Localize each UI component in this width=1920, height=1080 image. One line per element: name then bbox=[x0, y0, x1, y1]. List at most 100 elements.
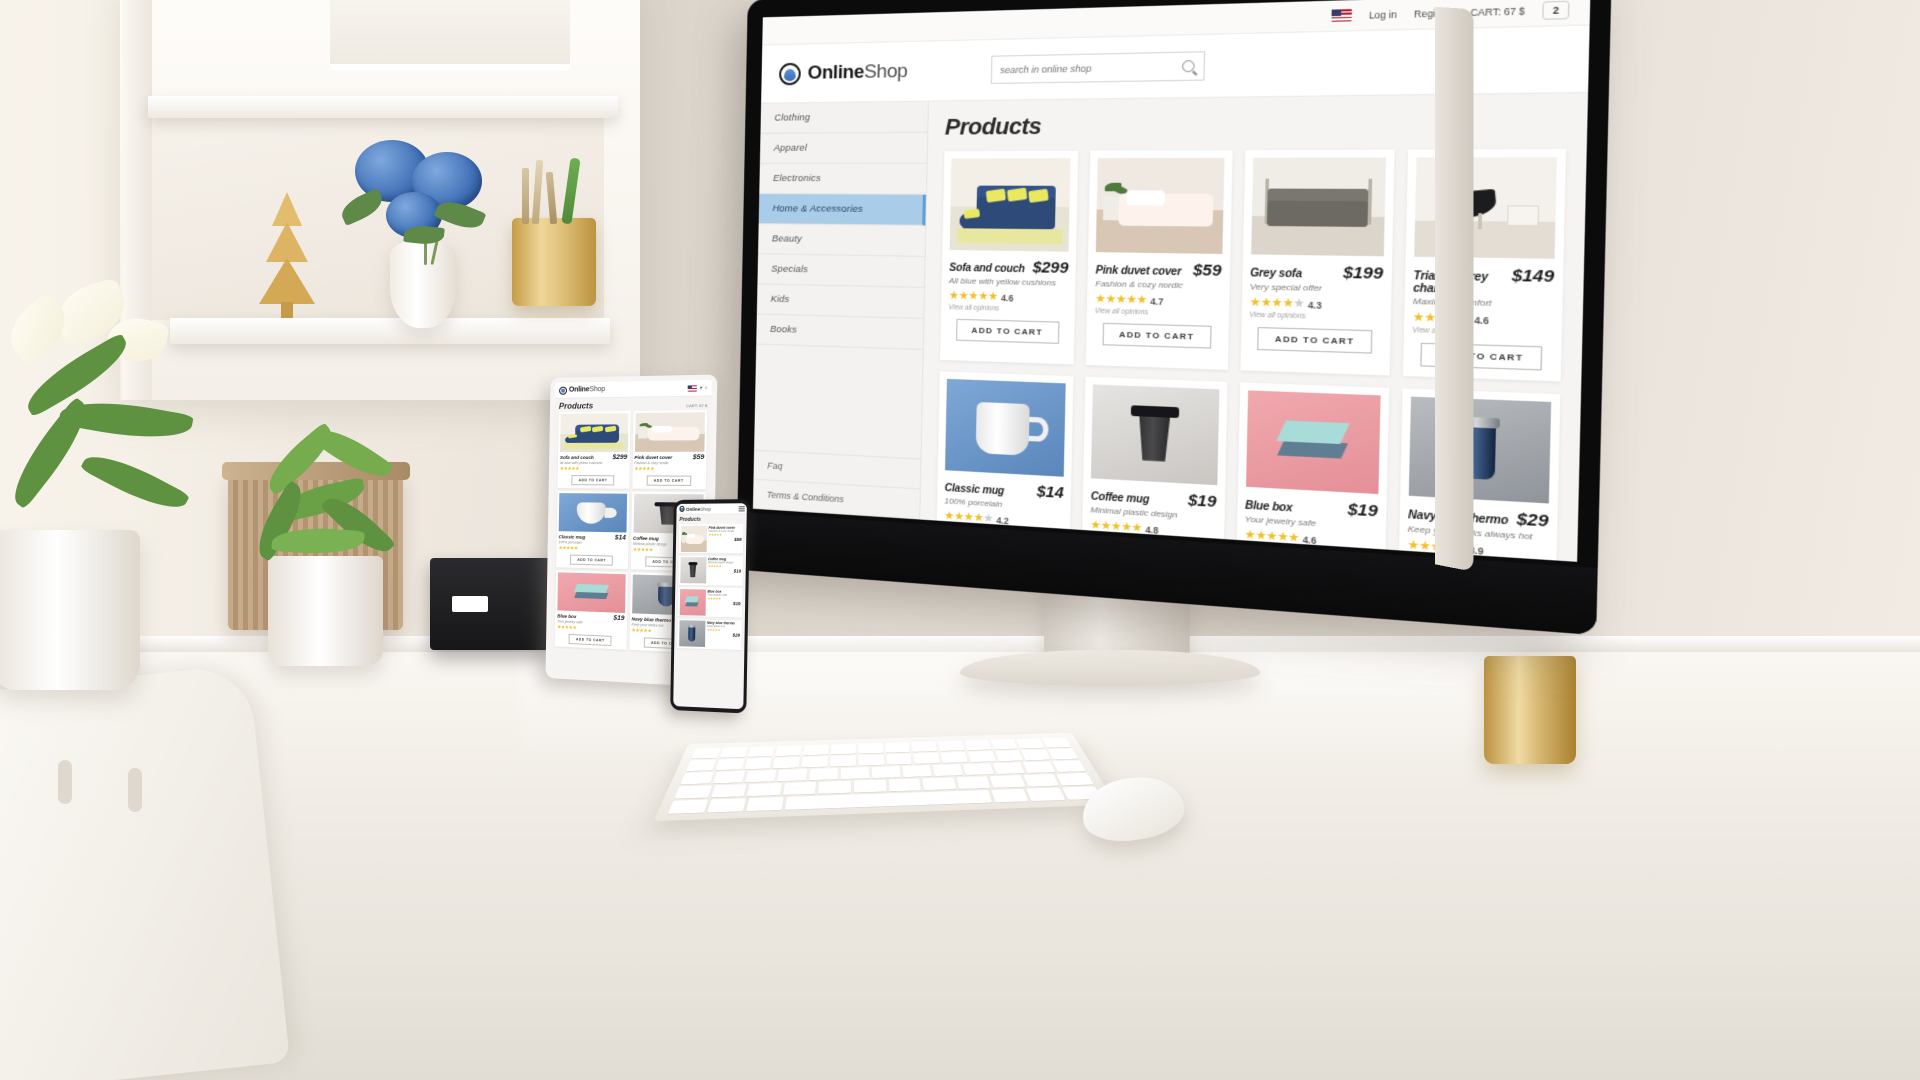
rating-value: 4.7 bbox=[1150, 295, 1164, 307]
product-card[interactable]: Pink duvet cover $59 Fashion & cozy nord… bbox=[1085, 150, 1233, 370]
add-to-cart-button[interactable]: ADD TO CART bbox=[955, 318, 1060, 344]
tablet-title-text: Products bbox=[558, 401, 594, 411]
product-name: Coffee mug bbox=[1090, 491, 1150, 507]
phone-header: OnlineShop bbox=[676, 503, 747, 515]
phone-product-info: Blue box Your jewelry safe ★★★★★ $19 bbox=[707, 588, 741, 606]
gold-tumbler bbox=[1484, 656, 1576, 764]
product-price: $299 bbox=[1032, 258, 1069, 278]
tablet-product-card[interactable]: Pink duvet cover $59 Fashion & cozy nord… bbox=[631, 410, 708, 490]
product-price: $19 bbox=[733, 600, 741, 606]
product-price: $199 bbox=[1342, 263, 1384, 284]
tablet-cart-label[interactable]: CART: 67 $ bbox=[686, 403, 707, 408]
sidebar-item-clothing[interactable]: Clothing bbox=[760, 101, 928, 134]
phone-product-card[interactable]: Navy blue thermo Keep drinks hot ★★★★★ $… bbox=[677, 618, 742, 650]
product-image bbox=[678, 620, 705, 647]
product-name: Blue box bbox=[1244, 499, 1293, 515]
product-name: Coffee mug bbox=[632, 535, 659, 542]
sidebar-spacer bbox=[754, 344, 923, 460]
phone-product-info: Coffee mug Minimal plastic design ★★★★★ … bbox=[707, 557, 742, 574]
product-image bbox=[557, 572, 626, 613]
tablet-logo-text: OnlineShop bbox=[568, 385, 605, 394]
phone-page-title: Products bbox=[679, 516, 701, 523]
search-input[interactable] bbox=[999, 61, 1175, 75]
site-logo[interactable]: OnlineShop bbox=[778, 60, 908, 85]
add-to-cart-button[interactable]: ADD TO CART bbox=[570, 554, 614, 566]
phone-logo[interactable]: OnlineShop bbox=[679, 506, 711, 512]
add-to-cart-button[interactable]: ADD TO CART bbox=[1257, 327, 1373, 354]
add-to-cart-button[interactable]: ADD TO CART bbox=[571, 475, 615, 486]
tablet-product-card[interactable]: Sofa and couch $299 All blue with yellow… bbox=[557, 411, 631, 489]
sidebar-item-specials[interactable]: Specials bbox=[757, 254, 925, 288]
product-name: Classic mug bbox=[558, 534, 586, 540]
us-flag-icon[interactable] bbox=[1331, 9, 1353, 22]
phone-screen: OnlineShop Products Pink duvet cover Fas… bbox=[673, 503, 747, 710]
product-price: $14 bbox=[1036, 482, 1064, 503]
product-image bbox=[1408, 396, 1552, 504]
category-sidebar: Clothing Apparel Electronics Home & Acce… bbox=[752, 101, 929, 520]
tablet-logo[interactable]: OnlineShop bbox=[559, 385, 605, 395]
product-image bbox=[560, 413, 629, 452]
product-header: Sofa and couch $299 bbox=[949, 257, 1069, 278]
gold-tree-ornament bbox=[255, 192, 319, 318]
product-image bbox=[679, 588, 706, 616]
rating-value: 4.6 bbox=[1474, 314, 1490, 326]
shelf-upper-frame bbox=[330, 0, 570, 70]
tablet-product-card[interactable]: Classic mug $14 100% porcelain ★★★★★ ADD… bbox=[556, 491, 629, 570]
rating-value: 4.8 bbox=[1145, 523, 1159, 536]
phone-product-list: Pink duvet cover Fashion & cozy nordic ★… bbox=[674, 523, 746, 653]
sidebar-item-beauty[interactable]: Beauty bbox=[758, 224, 926, 257]
product-rating: ★★★★★ 4.6 bbox=[1412, 310, 1490, 326]
product-image bbox=[1096, 157, 1224, 254]
product-image bbox=[1245, 390, 1381, 495]
product-rating: ★★★★★ 4.6 bbox=[948, 289, 1014, 304]
add-to-cart-button[interactable]: ADD TO CART bbox=[1102, 322, 1212, 349]
product-card[interactable]: Grey sofa $199 Very special offer ★★★★★ … bbox=[1239, 149, 1395, 376]
black-storage-box bbox=[430, 558, 552, 650]
phone-product-card[interactable]: Coffee mug Minimal plastic design ★★★★★ … bbox=[678, 555, 743, 586]
chair-slot bbox=[58, 760, 72, 804]
us-flag-icon[interactable] bbox=[688, 384, 698, 392]
desktop-monitor: Log in Register CART: 67 $ 2 OnlineShop bbox=[736, 0, 1612, 636]
product-header: Grey sofa $199 bbox=[1250, 262, 1384, 284]
search-box[interactable] bbox=[990, 51, 1205, 85]
sidebar-item-electronics[interactable]: Electronics bbox=[759, 163, 927, 195]
product-card[interactable]: Sofa and couch $299 All blue with yellow… bbox=[940, 150, 1079, 365]
product-card[interactable]: Triangle grey chair $149 Maximum comfort… bbox=[1402, 148, 1567, 382]
smartphone-device: OnlineShop Products Pink duvet cover Fas… bbox=[670, 499, 751, 714]
product-price: $29 bbox=[732, 632, 741, 638]
cart-count-badge[interactable]: 2 bbox=[1542, 0, 1570, 20]
search-icon[interactable] bbox=[1181, 60, 1195, 73]
sidebar-item-kids[interactable]: Kids bbox=[756, 284, 925, 319]
sidebar-item-home-accessories[interactable]: Home & Accessories bbox=[758, 194, 926, 226]
product-subtitle: Fashion & cozy nordic bbox=[1095, 278, 1184, 291]
product-card[interactable]: Navy blue thermo $29 Keep your drinks al… bbox=[1397, 388, 1561, 562]
reviews-link[interactable]: View all opinions bbox=[1249, 311, 1382, 322]
reviews-link[interactable]: View all opinions bbox=[1095, 308, 1221, 319]
reviews-link[interactable]: View all opinions bbox=[1412, 327, 1553, 339]
product-card[interactable]: Blue box $19 Your jewelry safe ★★★★★ 4.6… bbox=[1235, 382, 1389, 562]
logo-circle-icon bbox=[679, 506, 685, 512]
phone-product-card[interactable]: Pink duvet cover Fashion & cozy nordic ★… bbox=[678, 523, 744, 554]
logo-text: OnlineShop bbox=[807, 60, 908, 84]
sidebar-item-apparel[interactable]: Apparel bbox=[759, 132, 928, 164]
reviews-link[interactable]: View all opinions bbox=[948, 304, 1067, 314]
pencil bbox=[522, 168, 529, 224]
chevron-down-icon[interactable]: ▾ bbox=[700, 385, 703, 391]
phone-logo-text: OnlineShop bbox=[685, 506, 711, 512]
tablet-product-card[interactable]: Blue box $19 Your jewelry safe ★★★★★ ADD… bbox=[554, 570, 628, 650]
product-price: $299 bbox=[612, 453, 628, 462]
add-to-cart-button[interactable]: ADD TO CART bbox=[646, 475, 691, 486]
phone-product-card[interactable]: Blue box Your jewelry safe ★★★★★ $19 bbox=[677, 587, 743, 618]
logo-circle-icon bbox=[778, 62, 801, 85]
hamburger-menu-icon[interactable] bbox=[738, 505, 745, 511]
rating-value: 4.3 bbox=[1307, 298, 1322, 311]
search-icon[interactable]: ○ bbox=[704, 385, 707, 391]
login-link[interactable]: Log in bbox=[1369, 8, 1397, 20]
product-name: Classic mug bbox=[944, 482, 1005, 498]
add-to-cart-button[interactable]: ADD TO CART bbox=[568, 633, 612, 647]
logo-circle-icon bbox=[559, 386, 568, 395]
product-subtitle: All blue with yellow cushions bbox=[948, 275, 1056, 288]
cart-total-label[interactable]: CART: 67 $ bbox=[1470, 5, 1525, 18]
product-subtitle: Fashion & cozy nordic bbox=[634, 461, 669, 466]
product-image bbox=[1250, 157, 1386, 257]
